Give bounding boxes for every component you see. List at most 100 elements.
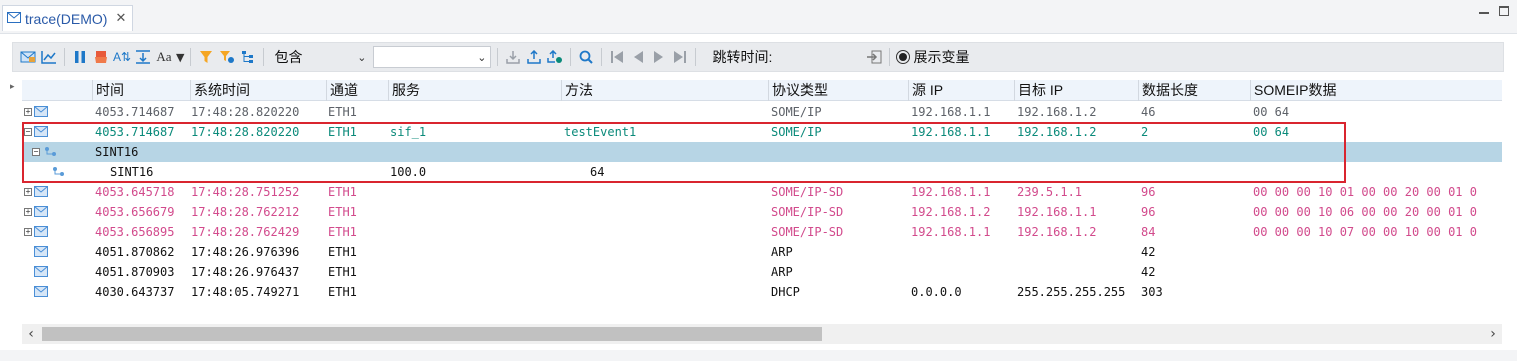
clear-icon[interactable] xyxy=(92,48,110,66)
horizontal-scrollbar[interactable]: ‹ › xyxy=(22,324,1502,344)
close-icon[interactable]: ✕ xyxy=(115,11,126,26)
export-icon[interactable] xyxy=(525,48,543,66)
trace-toolbar: A⇅ Aa ▼ 包含 ⌄ ⌄ 跳转时间: 展示变量 xyxy=(12,42,1504,72)
table-row[interactable]: +4053.656679 17:48:28.762212 ETH1 SOME/IP-S… xyxy=(22,202,1502,222)
scroll-right-icon[interactable]: › xyxy=(1486,326,1500,342)
expander-icon[interactable]: − xyxy=(32,148,40,156)
line-chart-icon[interactable] xyxy=(40,48,58,66)
column-header-method[interactable]: 方法 xyxy=(561,80,768,101)
signal-row[interactable]: SINT16 100.0 64 xyxy=(22,162,1502,182)
cell-dst: 192.168.1.2 xyxy=(1017,125,1097,139)
column-header-service[interactable]: 服务 xyxy=(388,80,561,101)
search-icon[interactable] xyxy=(577,48,595,66)
table-row[interactable]: − 4053.714687 17:48:28.820220 ETH1 sif_1 test… xyxy=(22,122,1502,142)
cell-systime: 17:48:28.751252 xyxy=(191,185,300,199)
font-icon[interactable]: Aa xyxy=(155,48,173,66)
cell-systime: 17:48:05.749271 xyxy=(191,285,300,299)
signal-raw: 64 xyxy=(590,165,605,179)
previous-icon[interactable] xyxy=(629,48,647,66)
cell-systime: 17:48:28.820220 xyxy=(191,105,300,119)
cell-channel: ETH1 xyxy=(328,185,357,199)
column-header-someip-data[interactable]: SOMEIP数据 xyxy=(1250,80,1502,101)
cell-data: 00 64 xyxy=(1253,125,1290,139)
jump-icon[interactable] xyxy=(865,48,883,66)
column-header-source-ip[interactable]: 源 IP xyxy=(908,80,1014,101)
table-row[interactable]: 4051.870903 17:48:26.976437 ETH1 ARP 42 xyxy=(22,262,1502,282)
cell-dst: 255.255.255.255 xyxy=(1017,285,1126,299)
cell-len: 96 xyxy=(1141,185,1156,199)
table-row[interactable]: 4051.870862 17:48:26.976396 ETH1 ARP 42 xyxy=(22,242,1502,262)
cell-dst: 192.168.1.2 xyxy=(1017,225,1097,239)
expander-icon[interactable]: − xyxy=(24,128,32,136)
cell-src: 192.168.1.1 xyxy=(911,125,991,139)
column-header-channel[interactable]: 通道 xyxy=(326,80,388,101)
table-row[interactable]: 4030.643737 17:48:05.749271 ETH1 DHCP 0.0.0.… xyxy=(22,282,1502,302)
collapse-marker-icon[interactable]: ▸ xyxy=(10,82,15,92)
column-header-destination-ip[interactable]: 目标 IP xyxy=(1014,80,1138,101)
first-icon[interactable] xyxy=(608,48,626,66)
toolbar-separator xyxy=(64,48,65,66)
cell-protocol: SOME/IP-SD xyxy=(771,205,844,219)
tab-trace[interactable]: trace(DEMO) ✕ xyxy=(2,5,134,31)
toolbar-separator xyxy=(190,48,192,66)
envelope-icon xyxy=(34,206,48,217)
cell-systime: 17:48:28.762212 xyxy=(191,205,300,219)
envelope-icon xyxy=(34,126,48,137)
cell-time: 4053.714687 xyxy=(95,125,175,139)
text-size-icon[interactable]: A⇅ xyxy=(113,48,131,66)
envelope-icon xyxy=(34,266,48,277)
next-icon[interactable] xyxy=(650,48,668,66)
column-header-time[interactable]: 时间 xyxy=(92,80,190,101)
filter-mode-value: 包含 xyxy=(274,49,303,65)
align-icon[interactable] xyxy=(134,48,152,66)
column-header-system-time[interactable]: 系统时间 xyxy=(190,80,326,101)
filter-icon[interactable] xyxy=(197,48,215,66)
editor-tab-bar: trace(DEMO) ✕ xyxy=(0,0,1517,34)
filter-settings-icon[interactable] xyxy=(218,48,236,66)
import-icon[interactable] xyxy=(504,48,522,66)
cell-systime: 17:48:28.820220 xyxy=(191,125,300,139)
scroll-left-icon[interactable]: ‹ xyxy=(24,326,38,342)
table-row[interactable]: +4053.645718 17:48:28.751252 ETH1 SOME/IP-S… xyxy=(22,182,1502,202)
last-icon[interactable] xyxy=(671,48,689,66)
cell-len: 42 xyxy=(1141,245,1156,259)
cell-src: 0.0.0.0 xyxy=(911,285,962,299)
envelope-icon xyxy=(7,11,21,26)
column-header-protocol[interactable]: 协议类型 xyxy=(768,80,908,101)
expander-icon[interactable]: + xyxy=(24,208,32,216)
chevron-down-icon[interactable]: ▼ xyxy=(176,51,184,64)
signal-tree-icon[interactable] xyxy=(239,48,257,66)
cell-protocol: DHCP xyxy=(771,285,800,299)
pause-icon[interactable] xyxy=(71,48,89,66)
cell-channel: ETH1 xyxy=(328,105,357,119)
signal-group-label: SINT16 xyxy=(95,145,139,159)
envelope-icon xyxy=(34,226,48,237)
column-header-data-length[interactable]: 数据长度 xyxy=(1138,80,1250,101)
toolbar-separator xyxy=(570,48,572,66)
show-variables-radio[interactable] xyxy=(896,50,911,64)
filter-mode-select[interactable]: 包含 ⌄ xyxy=(270,47,371,67)
cell-method: testEvent1 xyxy=(564,125,637,139)
envelope-icon xyxy=(34,186,48,197)
table-header: 时间 系统时间 通道 服务 方法 协议类型 源 IP 目标 IP 数据长度 SO… xyxy=(22,80,1502,101)
maximize-button[interactable] xyxy=(1499,6,1509,16)
jump-time-label: 跳转时间: xyxy=(712,49,773,65)
toolbar-separator xyxy=(601,48,603,66)
table-row[interactable]: +4053.656895 17:48:28.762429 ETH1 SOME/IP-S… xyxy=(22,222,1502,242)
cell-time: 4053.656895 xyxy=(95,225,175,239)
envelope-view-icon[interactable] xyxy=(19,48,37,66)
filter-input[interactable]: ⌄ xyxy=(373,46,492,68)
export-settings-icon[interactable] xyxy=(546,48,564,66)
scrollbar-thumb[interactable] xyxy=(42,327,822,341)
envelope-icon xyxy=(34,286,48,297)
cell-len: 46 xyxy=(1141,105,1156,119)
cell-data: 00 00 00 10 07 00 00 10 00 01 0 xyxy=(1253,225,1477,239)
status-strip xyxy=(0,350,1517,361)
expander-icon[interactable]: + xyxy=(24,108,32,116)
minimize-button[interactable] xyxy=(1479,6,1489,14)
expander-icon[interactable]: + xyxy=(24,228,32,236)
expander-icon[interactable]: + xyxy=(24,188,32,196)
signal-group-row[interactable]: − SINT16 xyxy=(22,142,1502,162)
cell-len: 42 xyxy=(1141,265,1156,279)
table-row[interactable]: +4053.714687 17:48:28.820220 ETH1 SOME/IP 19… xyxy=(22,102,1502,122)
